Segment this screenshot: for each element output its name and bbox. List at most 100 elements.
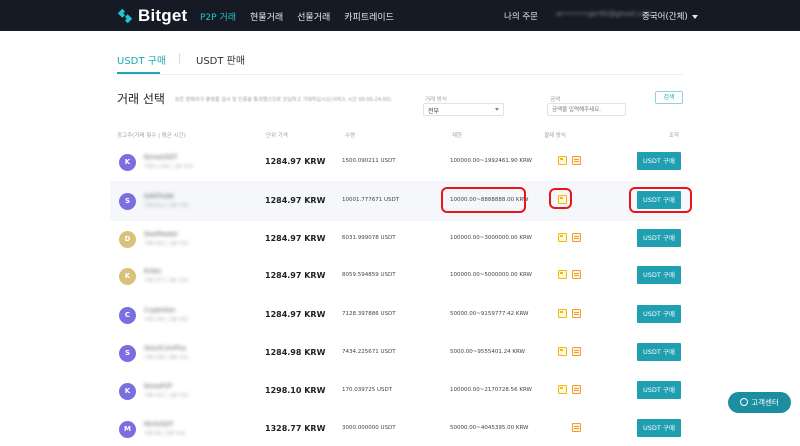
tab-sell-usdt[interactable]: USDT 판매 — [196, 52, 245, 67]
card-payment-icon — [558, 156, 567, 165]
advertiser-name[interactable]: SafeTrade — [144, 193, 174, 200]
bank-transfer-icon — [572, 423, 581, 432]
avatar[interactable]: M — [119, 421, 136, 438]
bank-transfer-icon — [572, 233, 581, 242]
bitget-logo[interactable]: Bitget — [116, 6, 187, 26]
chevron-down-icon — [691, 14, 698, 19]
buy-usdt-button[interactable]: USDT 구매 — [637, 419, 681, 437]
tab-buy-usdt[interactable]: USDT 구매 — [117, 52, 166, 67]
section-title: 거래 선택 — [117, 92, 165, 106]
top-navbar: Bitget P2P 거래 현물거래 선물거래 카피트레이드 나의 주문 ar•… — [0, 0, 800, 31]
available-quantity: 10001.777671 USDT — [342, 197, 400, 203]
avatar[interactable]: S — [119, 345, 136, 362]
card-payment-icon — [558, 270, 567, 279]
order-limit: 100000.00~3000000.00 KRW — [450, 235, 532, 241]
advertiser-name[interactable]: CryptoSeo — [144, 307, 175, 314]
advertiser-name[interactable]: MintUSDT — [144, 421, 173, 428]
available-quantity: 8059.594859 USDT — [342, 272, 396, 278]
advertiser-name[interactable]: KoreaUSDT — [144, 154, 178, 161]
section-description: 보든 판매자가 플랫폼 검사 및 인증을 통과했으므로 안심하고 거래하십시오(… — [175, 97, 392, 103]
order-limit: 5000.00~9555401.24 KRW — [450, 349, 525, 355]
order-limit: 100000.00~5000000.00 KRW — [450, 272, 532, 278]
advertiser-name[interactable]: Krdex — [144, 268, 161, 275]
bank-transfer-icon — [572, 270, 581, 279]
main-nav: P2P 거래 현물거래 선물거래 카피트레이드 — [200, 10, 408, 23]
buy-usdt-button[interactable]: USDT 구매 — [637, 381, 681, 399]
buy-usdt-button[interactable]: USDT 구매 — [637, 343, 681, 361]
order-limit: 10000.00~8888888.00 KRW — [450, 197, 529, 203]
available-quantity: 7128.397886 USDT — [342, 311, 396, 317]
language-selector[interactable]: 중국어(간체) — [642, 10, 698, 22]
support-label: 고객센터 — [751, 398, 779, 407]
nav-item-spot[interactable]: 현물거래 — [250, 10, 283, 23]
buy-usdt-button[interactable]: USDT 구매 — [637, 266, 681, 284]
bank-transfer-icon — [572, 156, 581, 165]
card-payment-icon — [558, 347, 567, 356]
unit-price: 1284.97 KRW — [265, 157, 326, 166]
amount-filter-label: 금액 — [550, 97, 561, 103]
advertiser-name[interactable]: SeoulCoinPlus — [144, 345, 186, 352]
avatar[interactable]: K — [119, 268, 136, 285]
unit-price: 1298.10 KRW — [265, 386, 326, 395]
advertiser-stats: 거래 240 | 2분 이내 — [144, 317, 188, 323]
header-price: 단위 가격 — [266, 133, 288, 139]
header-action: 조작 — [669, 133, 680, 139]
avatar[interactable]: C — [119, 307, 136, 324]
order-limit: 50000.00~4045395.00 KRW — [450, 425, 529, 431]
available-quantity: 3000.000000 USDT — [342, 425, 396, 431]
order-limit: 50000.00~9159777.42 KRW — [450, 311, 529, 317]
advertiser-name[interactable]: KoreaP2P — [144, 383, 172, 390]
header-quantity: 수량 — [345, 133, 356, 139]
avatar[interactable]: K — [119, 154, 136, 171]
avatar[interactable]: K — [119, 383, 136, 400]
advertiser-name[interactable]: DealMaster — [144, 231, 178, 238]
chat-bubble-icon — [740, 398, 749, 406]
table-row: K Krdex 거래 377 | 3분 이내 1284.97 KRW 8059.… — [110, 256, 690, 296]
search-button[interactable]: 검색 — [655, 91, 683, 104]
available-quantity: 7434.225671 USDT — [342, 349, 396, 355]
available-quantity: 170.039725 USDT — [342, 387, 393, 393]
buy-usdt-button[interactable]: USDT 구매 — [637, 305, 681, 323]
advertiser-stats: 거래 503 | 1분 이내 — [144, 241, 188, 247]
brand-name: Bitget — [138, 6, 188, 25]
method-filter-label: 거래 방식 — [425, 97, 447, 103]
table-row: S SafeTrade 거래 812 | 2분 이내 1284.97 KRW 1… — [110, 181, 690, 221]
customer-support-button[interactable]: 고객센터 — [728, 392, 791, 413]
bank-transfer-icon — [572, 385, 581, 394]
available-quantity: 1500.090211 USDT — [342, 158, 396, 164]
table-row: D DealMaster 거래 503 | 1분 이내 1284.97 KRW … — [110, 219, 690, 259]
card-payment-icon — [558, 309, 567, 318]
bank-transfer-icon — [572, 347, 581, 356]
header-advertiser: 광고주(거래 횟수 | 평균 시간) — [117, 133, 186, 139]
avatar[interactable]: S — [119, 193, 136, 210]
buy-usdt-button[interactable]: USDT 구매 — [637, 191, 681, 209]
nav-item-futures[interactable]: 선물거래 — [297, 10, 330, 23]
unit-price: 1328.77 KRW — [265, 424, 326, 433]
bank-transfer-icon — [572, 309, 581, 318]
method-select-value: 전부 — [428, 108, 440, 115]
nav-item-copy-trade[interactable]: 카피트레이드 — [344, 10, 394, 23]
unit-price: 1284.97 KRW — [265, 234, 326, 243]
bitget-logo-icon — [117, 8, 133, 24]
my-orders-link[interactable]: 나의 주문 — [504, 10, 538, 22]
advertiser-stats: 거래 96 | 5분 이내 — [144, 431, 185, 437]
advertiser-stats: 거래 812 | 2분 이내 — [144, 203, 188, 209]
available-quantity: 6031.999078 USDT — [342, 235, 396, 241]
advertiser-stats: 거래 198 | 4분 이내 — [144, 355, 188, 361]
table-row: K KoreaUSDT 거래 1,294 | 1분 이내 1284.97 KRW… — [110, 142, 690, 182]
unit-price: 1284.97 KRW — [265, 310, 326, 319]
buy-usdt-button[interactable]: USDT 구매 — [637, 229, 681, 247]
advertiser-stats: 거래 155 | 1분 이내 — [144, 393, 188, 399]
card-payment-icon — [558, 233, 567, 242]
tabs-divider-line — [117, 74, 683, 75]
avatar[interactable]: D — [119, 231, 136, 248]
buy-usdt-button[interactable]: USDT 구매 — [637, 152, 681, 170]
table-row: K KoreaP2P 거래 155 | 1분 이내 1298.10 KRW 17… — [110, 371, 690, 411]
amount-input[interactable] — [547, 103, 626, 116]
user-email[interactable]: ar••••••ger92@gmail.com — [556, 10, 652, 18]
unit-price: 1284.97 KRW — [265, 196, 326, 205]
table-row: C CryptoSeo 거래 240 | 2분 이내 1284.97 KRW 7… — [110, 295, 690, 335]
method-select[interactable]: 전부 — [423, 103, 504, 116]
nav-item-p2p[interactable]: P2P 거래 — [200, 10, 236, 23]
table-row: M MintUSDT 거래 96 | 5분 이내 1328.77 KRW 300… — [110, 409, 690, 446]
